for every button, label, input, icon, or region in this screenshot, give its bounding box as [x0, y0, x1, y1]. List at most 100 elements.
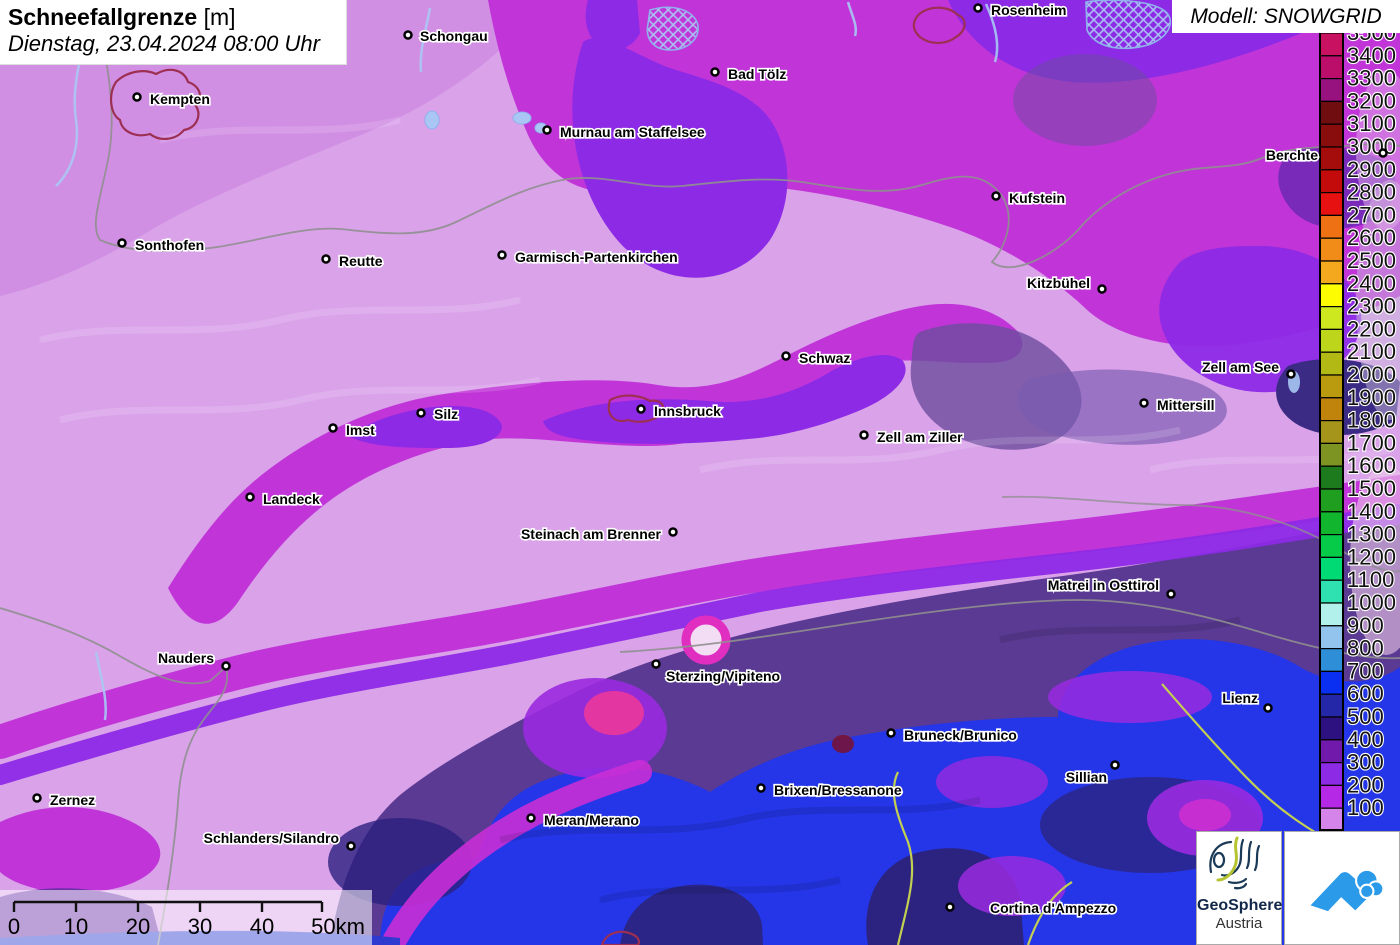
city-label: Imst [346, 422, 375, 438]
colorbar-cell [1319, 807, 1344, 831]
colorbar-tick-label: 2000 [1347, 362, 1396, 387]
scalebar-label: 50km [311, 914, 365, 939]
colorbar-cell [1319, 488, 1344, 513]
city-marker [1097, 284, 1107, 294]
colorbar-tick-label: 1400 [1347, 499, 1396, 524]
colorbar-cell [1319, 579, 1344, 604]
city-marker [32, 793, 42, 803]
colorbar-tick-label: 3000 [1347, 134, 1396, 159]
colorbar-tick-label: 1800 [1347, 408, 1396, 433]
colorbar-cell [1319, 77, 1344, 102]
colorbar-cell [1319, 123, 1344, 148]
city-marker [328, 423, 338, 433]
city-marker [781, 351, 791, 361]
title-unit: [m] [197, 4, 236, 30]
city-label: Matrei in Osttirol [1048, 577, 1159, 593]
colorbar-cell [1319, 511, 1344, 536]
city-label: Bad Tölz [728, 66, 786, 82]
city-label: Schwaz [799, 350, 850, 366]
colorbar-cell [1319, 670, 1344, 695]
colorbar-tick-label: 2900 [1347, 157, 1396, 182]
city-marker [1110, 760, 1120, 770]
city-label: Schlanders/Silandro [204, 830, 339, 846]
zone-violet-brixen [936, 756, 1048, 808]
colorbar-tick-label: 1600 [1347, 453, 1396, 478]
colorbar-cell [1319, 761, 1344, 786]
city-label: Mittersill [1157, 397, 1215, 413]
mountain-cloud-icon [1310, 868, 1385, 912]
lake [512, 111, 532, 125]
colorbar-tick-label: 500 [1347, 704, 1384, 729]
colorbar-cell [1319, 237, 1344, 262]
colorbar-tick-label: 1300 [1347, 522, 1396, 547]
scalebar-label: 10 [64, 914, 88, 939]
city-marker [321, 254, 331, 264]
colorbar-tick-label: 3300 [1347, 66, 1396, 91]
city-marker [636, 404, 646, 414]
colorbar-cell [1319, 397, 1344, 422]
city-label: Kitzbühel [1027, 275, 1090, 291]
city-marker [1286, 369, 1296, 379]
city-label: Rosenheim [991, 2, 1066, 18]
colorbar-tick-label: 3400 [1347, 43, 1396, 68]
colorbar-tick-label: 700 [1347, 658, 1384, 683]
scalebar-label: 20 [126, 914, 150, 939]
mountain-cloud-logo [1284, 831, 1400, 945]
colorbar-cell [1319, 602, 1344, 627]
snowline-zones-layer [0, 0, 1400, 945]
colorbar-cell [1319, 306, 1344, 331]
city-label: Nauders [158, 650, 214, 666]
scalebar: 0 10 20 30 40 50km [0, 890, 372, 945]
colorbar-cell [1319, 328, 1344, 353]
scalebar-label: 0 [8, 914, 20, 939]
city-label: Landeck [263, 491, 320, 507]
city-marker [117, 238, 127, 248]
colorbar-tick-label: 1200 [1347, 544, 1396, 569]
city-marker [668, 527, 678, 537]
colorbar-cell [1319, 739, 1344, 764]
colorbar-tick-label: 2200 [1347, 316, 1396, 341]
city-label: Steinach am Brenner [521, 526, 662, 542]
colorbar-cell [1319, 283, 1344, 308]
city-label: Sillian [1066, 769, 1107, 785]
model-label: Modell: SNOWGRID [1172, 0, 1400, 33]
scalebar-label: 40 [250, 914, 274, 939]
city-label: Bruneck/Brunico [904, 727, 1017, 743]
city-marker [1378, 148, 1388, 158]
city-label: Kempten [150, 91, 210, 107]
city-marker [1166, 589, 1176, 599]
colorbar-cell [1319, 556, 1344, 581]
colorbar-cell [1319, 351, 1344, 376]
city-marker [221, 661, 231, 671]
title-box: Schneefallgrenze [m] Dienstag, 23.04.202… [0, 0, 346, 64]
city-marker [416, 408, 426, 418]
city-marker [1139, 398, 1149, 408]
city-marker [1263, 703, 1273, 713]
colorbar-tick-label: 2500 [1347, 248, 1396, 273]
city-marker [973, 3, 983, 13]
colorbar-tick-label: 3200 [1347, 88, 1396, 113]
colorbar-cell [1319, 647, 1344, 672]
city-label: Murnau am Staffelsee [560, 124, 705, 140]
city-marker [542, 125, 552, 135]
city-label: Cortina d'Ampezzo [990, 900, 1116, 916]
map-canvas: 3500340033003200310030002900280027002600… [0, 0, 1400, 945]
city-label: Zell am See [1202, 359, 1279, 375]
colorbar-tick-label: 300 [1347, 750, 1384, 775]
city-marker [710, 67, 720, 77]
city-marker [756, 783, 766, 793]
colorbar-cell [1319, 100, 1344, 125]
colorbar-cell [1319, 192, 1344, 217]
colorbar-tick-label: 2100 [1347, 339, 1396, 364]
zone-shade-ne [1013, 54, 1157, 146]
colorbar-cell [1319, 214, 1344, 239]
city-label: Zell am Ziller [877, 429, 963, 445]
colorbar-tick-label: 400 [1347, 727, 1384, 752]
geosphere-wordmark: GeoSphere [1197, 897, 1283, 914]
city-marker [132, 92, 142, 102]
city-marker [403, 30, 413, 40]
colorbar-cell [1319, 420, 1344, 445]
colorbar-cell [1319, 693, 1344, 718]
city-marker [945, 902, 955, 912]
city-label: Brixen/Bressanone [774, 782, 902, 798]
